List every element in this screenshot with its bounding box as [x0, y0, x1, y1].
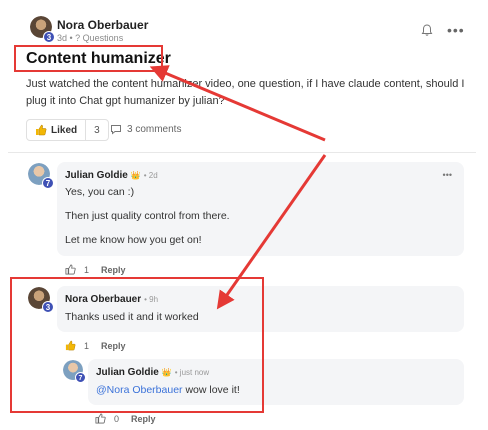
arrow-to-thread	[216, 154, 327, 310]
annotation-arrows	[149, 65, 327, 310]
arrow-to-title	[149, 65, 326, 142]
